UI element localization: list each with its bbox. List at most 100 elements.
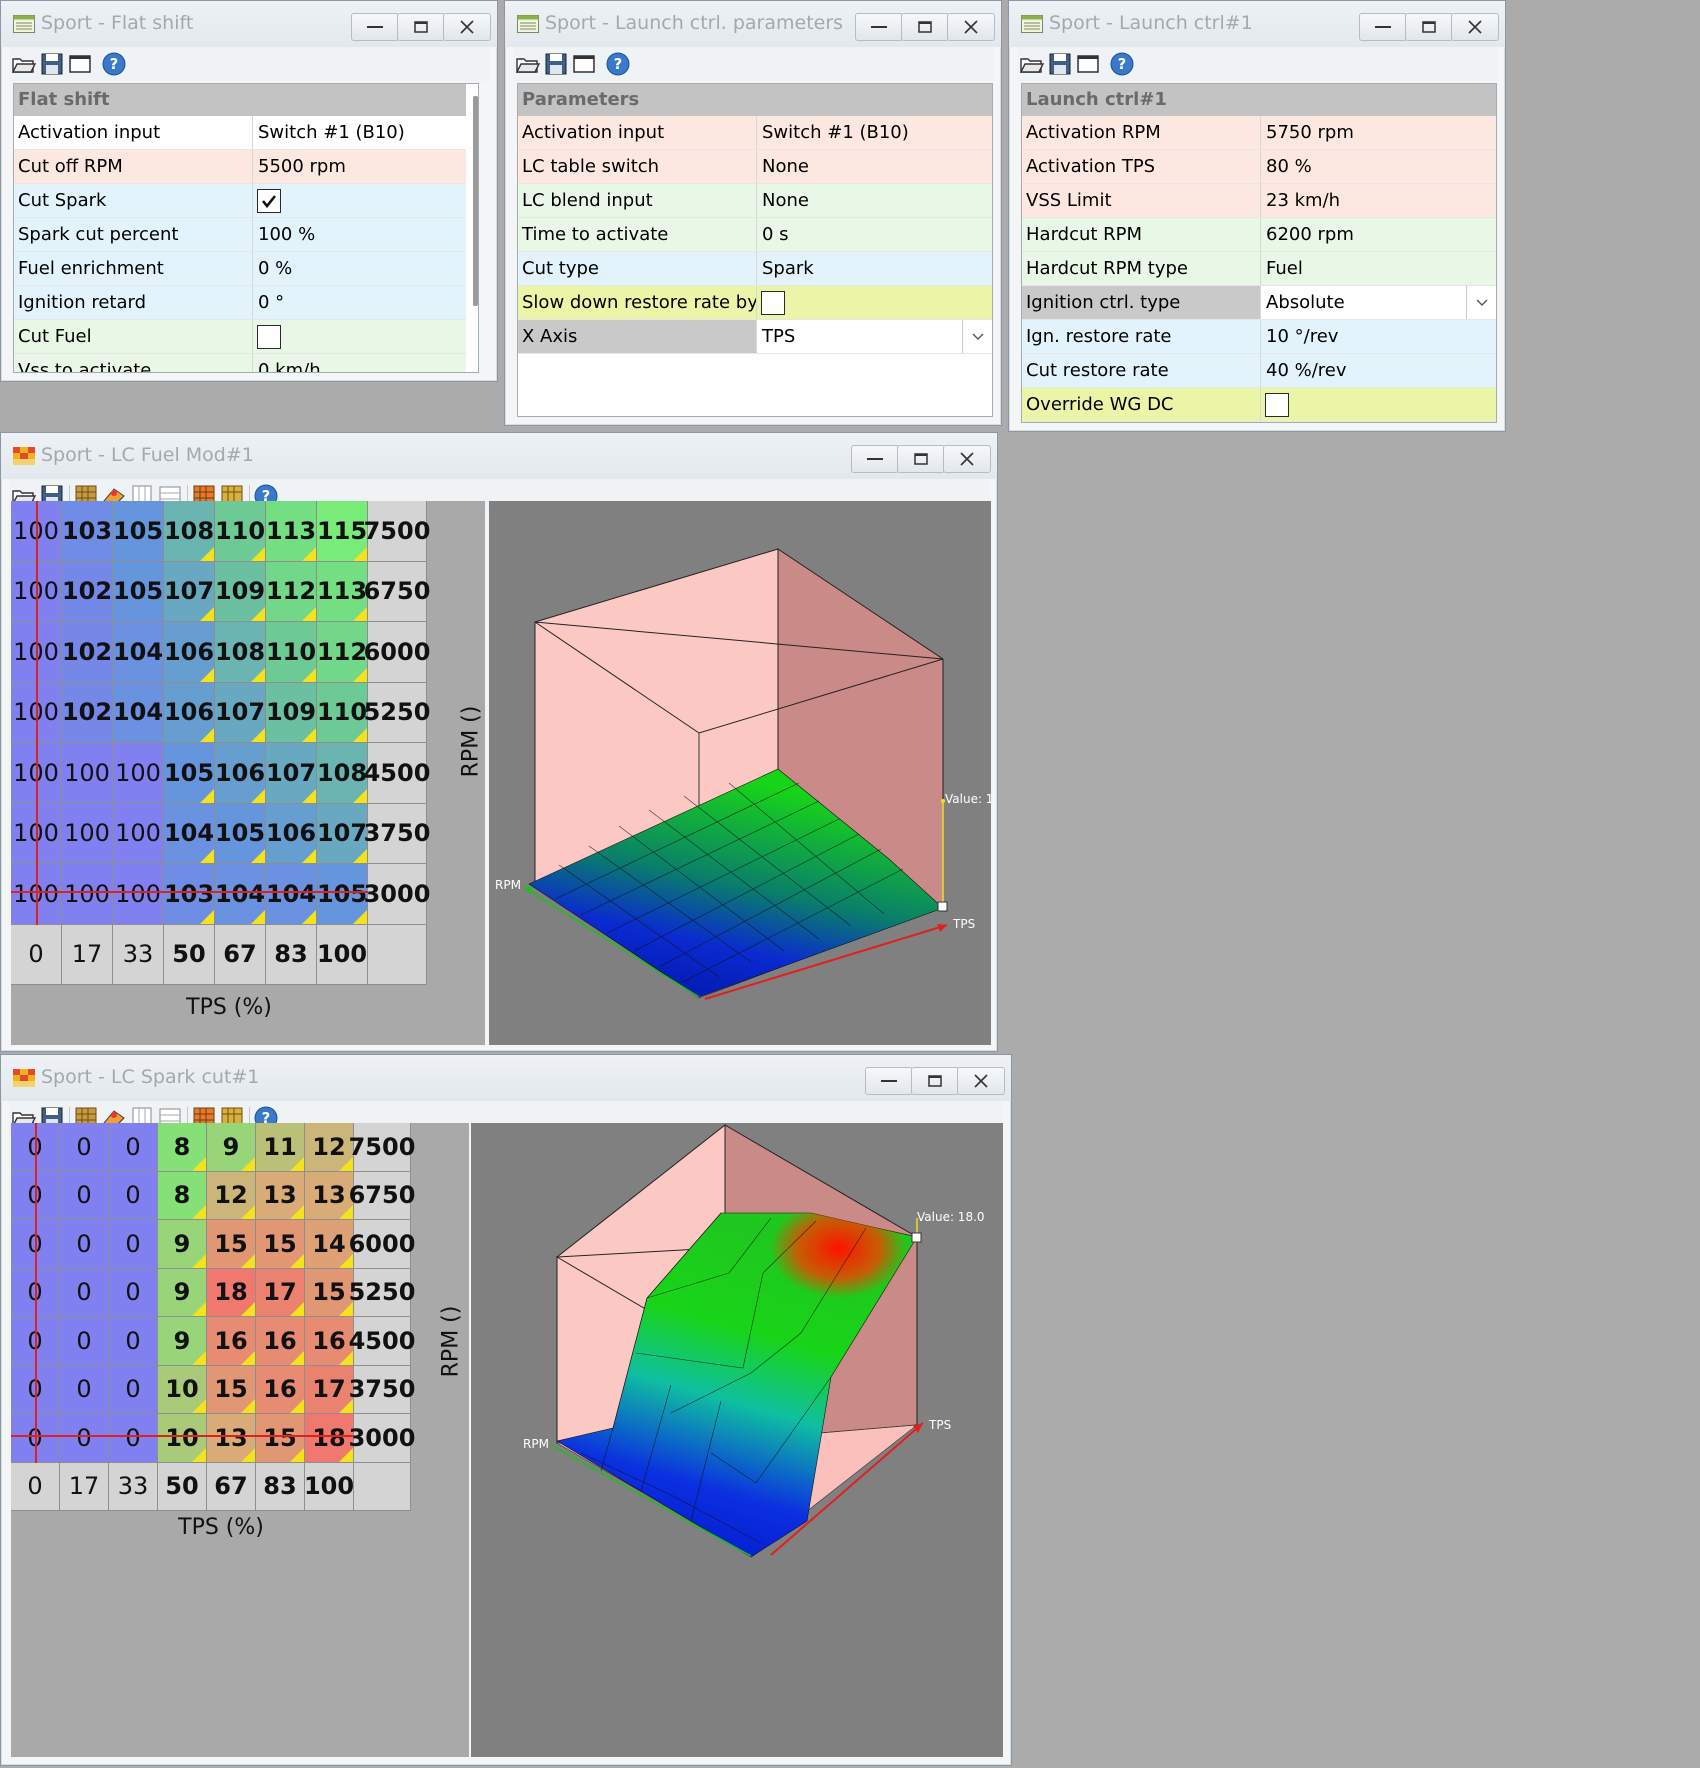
property-row-activation-tps[interactable]: Activation TPS 80 % bbox=[1022, 150, 1496, 184]
close-button[interactable] bbox=[1451, 13, 1499, 41]
map-cell[interactable]: 15 bbox=[256, 1414, 305, 1463]
map-cell[interactable]: 100 bbox=[113, 743, 164, 804]
map-cell[interactable]: 108 bbox=[215, 622, 266, 683]
property-value[interactable] bbox=[1260, 388, 1496, 421]
map-cell[interactable]: 100 bbox=[113, 803, 164, 864]
map-cell[interactable]: 104 bbox=[113, 682, 164, 743]
close-button[interactable] bbox=[957, 1067, 1005, 1095]
map-cell[interactable]: 112 bbox=[317, 622, 368, 683]
titlebar[interactable]: Sport - LC Fuel Mod#1 bbox=[1, 433, 997, 479]
open-folder-icon[interactable] bbox=[11, 51, 37, 77]
window-icon[interactable] bbox=[67, 51, 93, 77]
save-icon[interactable] bbox=[39, 51, 65, 77]
property-row-ignition-ctrl-type[interactable]: Ignition ctrl. type Absolute bbox=[1022, 286, 1496, 320]
property-row-vss-limit[interactable]: VSS Limit 23 km/h bbox=[1022, 184, 1496, 218]
map-cell[interactable]: 113 bbox=[317, 561, 368, 622]
map-cell[interactable]: 0 bbox=[109, 1220, 158, 1269]
maximize-button[interactable] bbox=[1405, 13, 1453, 41]
map-cell[interactable]: 113 bbox=[266, 501, 317, 562]
map-cell[interactable]: 16 bbox=[207, 1317, 256, 1366]
map-cell[interactable]: 16 bbox=[305, 1317, 354, 1366]
y-axis-cell[interactable]: 7500 bbox=[364, 501, 430, 562]
property-value[interactable]: Switch #1 (B10) bbox=[252, 116, 466, 149]
x-axis-cell[interactable]: 100 bbox=[317, 924, 368, 985]
property-value[interactable]: 23 km/h bbox=[1260, 184, 1496, 217]
map-cell[interactable]: 9 bbox=[158, 1268, 207, 1317]
property-value[interactable]: Switch #1 (B10) bbox=[756, 116, 992, 149]
x-axis-cell[interactable]: 50 bbox=[164, 924, 215, 985]
x-axis-cell[interactable]: 67 bbox=[215, 924, 266, 985]
map-cell[interactable]: 15 bbox=[256, 1220, 305, 1269]
map-cell[interactable]: 0 bbox=[109, 1171, 158, 1220]
map-cell[interactable]: 0 bbox=[109, 1268, 158, 1317]
property-row-cut-spark[interactable]: Cut Spark bbox=[14, 184, 466, 218]
x-axis-cell[interactable]: 100 bbox=[304, 1462, 354, 1511]
property-checkbox[interactable] bbox=[1265, 393, 1289, 417]
window-icon[interactable] bbox=[571, 51, 597, 77]
help-icon[interactable]: ? bbox=[1109, 51, 1135, 77]
map-cell[interactable]: 104 bbox=[266, 864, 317, 925]
map-cell[interactable]: 110 bbox=[215, 501, 266, 562]
property-checkbox[interactable] bbox=[257, 325, 281, 349]
map-cell[interactable]: 17 bbox=[256, 1268, 305, 1317]
x-axis-cell[interactable]: 17 bbox=[60, 1462, 109, 1511]
y-axis-cell[interactable]: 7500 bbox=[349, 1123, 415, 1172]
property-value[interactable]: 6200 rpm bbox=[1260, 218, 1496, 251]
map-cell[interactable]: 112 bbox=[266, 561, 317, 622]
property-value[interactable] bbox=[252, 184, 466, 217]
map-cell[interactable]: 0 bbox=[60, 1365, 109, 1414]
map-cell[interactable]: 109 bbox=[266, 682, 317, 743]
map-cell[interactable]: 105 bbox=[317, 864, 368, 925]
map-cell[interactable]: 100 bbox=[62, 803, 113, 864]
window-icon[interactable] bbox=[1075, 51, 1101, 77]
x-axis-cell[interactable]: 67 bbox=[207, 1462, 256, 1511]
map-cell[interactable]: 105 bbox=[113, 561, 164, 622]
map-cell[interactable]: 0 bbox=[109, 1317, 158, 1366]
property-row-cut-type[interactable]: Cut type Spark bbox=[518, 252, 992, 286]
property-value[interactable]: Absolute bbox=[1260, 286, 1496, 319]
help-icon[interactable]: ? bbox=[101, 51, 127, 77]
map-cell[interactable]: 9 bbox=[158, 1220, 207, 1269]
property-row-time-to-activate[interactable]: Time to activate 0 s bbox=[518, 218, 992, 252]
minimize-button[interactable] bbox=[851, 445, 899, 473]
map-cell[interactable]: 105 bbox=[164, 743, 215, 804]
map-cell[interactable]: 9 bbox=[158, 1317, 207, 1366]
property-value[interactable]: 0 % bbox=[252, 252, 466, 285]
help-icon[interactable]: ? bbox=[605, 51, 631, 77]
property-value[interactable]: 5750 rpm bbox=[1260, 116, 1496, 149]
map-cell[interactable]: 107 bbox=[215, 682, 266, 743]
x-axis-cell[interactable]: 33 bbox=[109, 1462, 158, 1511]
map-cell[interactable]: 100 bbox=[113, 864, 164, 925]
map-cell[interactable]: 8 bbox=[158, 1123, 207, 1172]
map-cell[interactable]: 100 bbox=[62, 743, 113, 804]
scrollbar[interactable] bbox=[473, 96, 478, 306]
map-cell[interactable]: 0 bbox=[60, 1220, 109, 1269]
x-axis-cell[interactable]: 17 bbox=[62, 924, 113, 985]
x-axis-cell[interactable]: 83 bbox=[266, 924, 317, 985]
property-value[interactable]: 5500 rpm bbox=[252, 150, 466, 183]
map-cell[interactable]: 107 bbox=[266, 743, 317, 804]
property-row-cut-restore-rate[interactable]: Cut restore rate 40 %/rev bbox=[1022, 354, 1496, 388]
minimize-button[interactable] bbox=[865, 1067, 913, 1095]
map-cell[interactable]: 110 bbox=[317, 682, 368, 743]
map-cell[interactable]: 0 bbox=[60, 1123, 109, 1172]
map-cell[interactable]: 105 bbox=[113, 501, 164, 562]
property-value[interactable]: 0 s bbox=[756, 218, 992, 251]
maximize-button[interactable] bbox=[911, 1067, 959, 1095]
close-button[interactable] bbox=[943, 445, 991, 473]
property-value[interactable]: 80 % bbox=[1260, 150, 1496, 183]
map-cell[interactable]: 108 bbox=[317, 743, 368, 804]
map-cell[interactable]: 106 bbox=[164, 622, 215, 683]
y-axis-cell[interactable]: 4500 bbox=[364, 743, 430, 804]
close-button[interactable] bbox=[947, 13, 995, 41]
property-row-activation-input[interactable]: Activation input Switch #1 (B10) bbox=[14, 116, 466, 150]
property-row-fuel-enrichment[interactable]: Fuel enrichment 0 % bbox=[14, 252, 466, 286]
map-cell[interactable]: 11 bbox=[256, 1123, 305, 1172]
property-row-lc-blend-input[interactable]: LC blend input None bbox=[518, 184, 992, 218]
titlebar[interactable]: Sport - LC Spark cut#1 bbox=[1, 1055, 1011, 1101]
map-cell[interactable]: 13 bbox=[207, 1414, 256, 1463]
property-value[interactable]: 40 %/rev bbox=[1260, 354, 1496, 387]
map-cell[interactable]: 0 bbox=[60, 1171, 109, 1220]
map-cell[interactable]: 107 bbox=[164, 561, 215, 622]
map-cell[interactable]: 110 bbox=[266, 622, 317, 683]
